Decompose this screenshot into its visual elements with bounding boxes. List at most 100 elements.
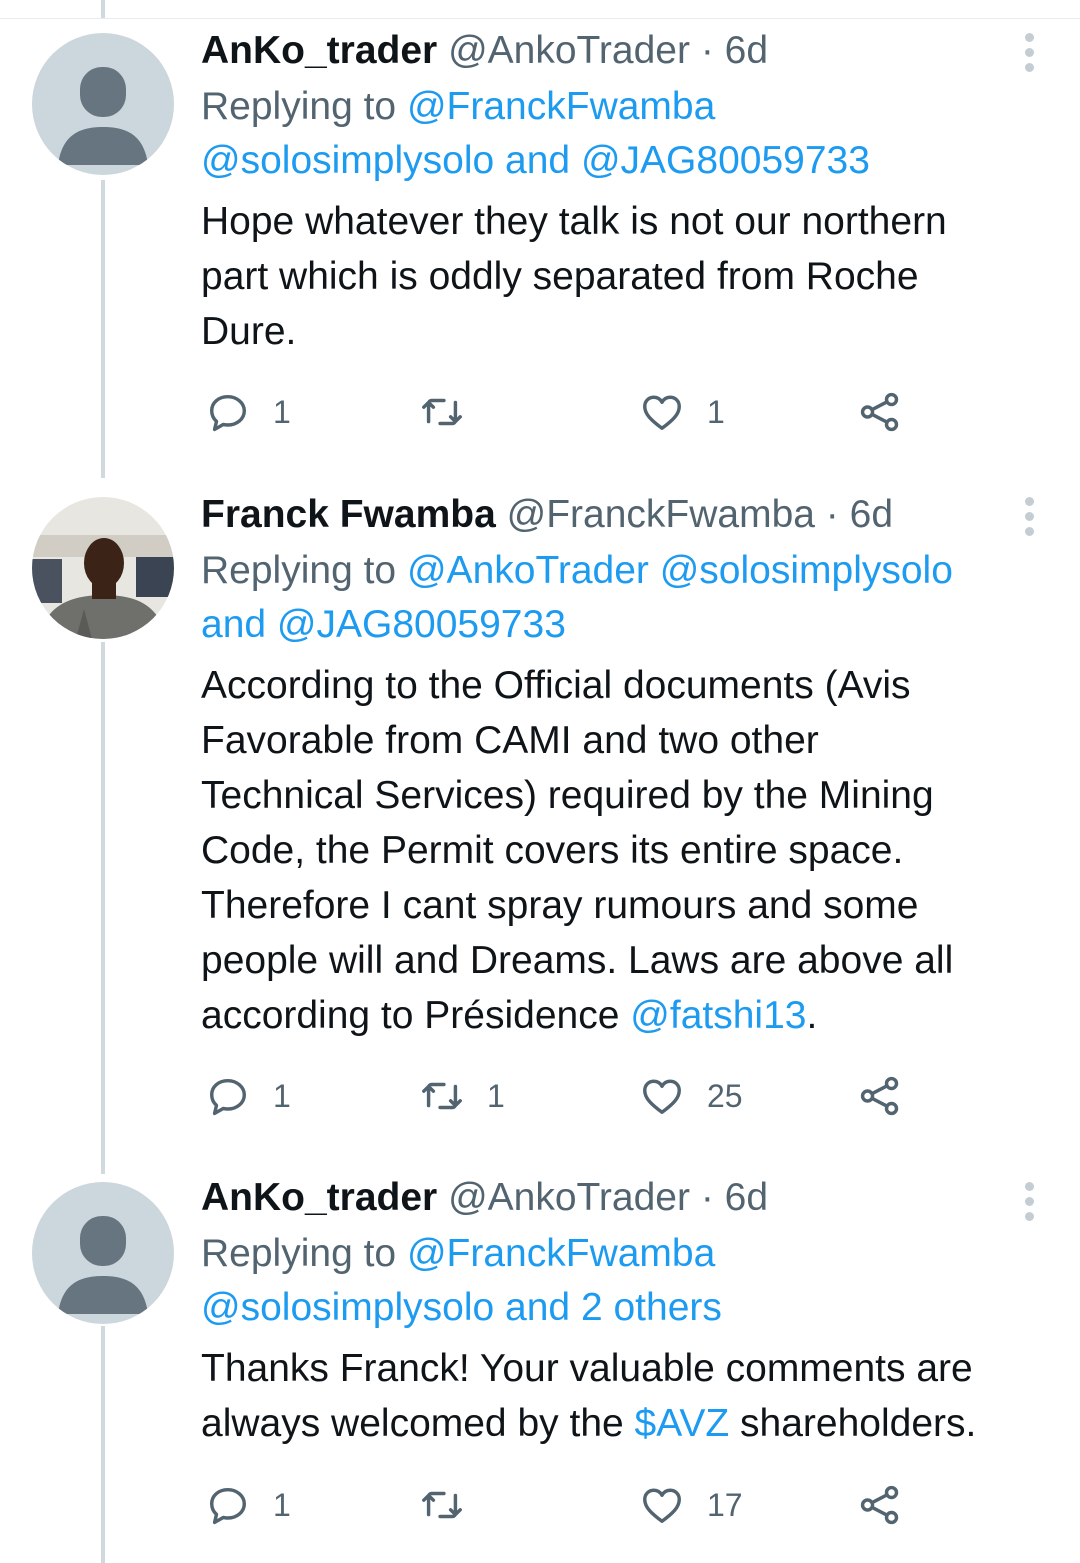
mention-link[interactable]: @JAG80059733 — [277, 603, 566, 646]
more-icon[interactable] — [1022, 1182, 1036, 1227]
handle[interactable]: @AnkoTrader — [448, 1176, 690, 1219]
reply-button[interactable]: 1 — [205, 387, 291, 437]
reply-count: 1 — [273, 1486, 291, 1523]
like-count: 1 — [707, 393, 725, 430]
tweet-text-line: Favorable from CAMI and two other — [201, 719, 819, 762]
heart-icon — [643, 1488, 681, 1524]
handle[interactable]: @AnkoTrader — [448, 29, 690, 72]
more-icon[interactable] — [1022, 33, 1036, 78]
tweet-text-line: Therefore I cant spray rumours and some — [201, 884, 919, 927]
more-icon[interactable] — [1022, 497, 1036, 542]
display-name[interactable]: AnKo_trader — [201, 1176, 437, 1219]
mention-link[interactable]: @solosimplysolo — [660, 549, 953, 592]
like-button[interactable]: 1 — [639, 387, 725, 437]
and-word: and — [505, 139, 571, 182]
others-link[interactable]: 2 others — [581, 1286, 722, 1329]
tweet-text: Hope whatever they talk is not our north… — [201, 194, 1040, 359]
display-name[interactable]: Franck Fwamba — [201, 493, 496, 536]
tweet-text: Thanks Franck! Your valuable comments ar… — [201, 1341, 1040, 1451]
cashtag-link[interactable]: $AVZ — [635, 1402, 730, 1445]
separator: · — [825, 493, 839, 536]
like-count: 17 — [707, 1486, 743, 1523]
separator: · — [700, 29, 714, 72]
text-segment: according to Présidence — [201, 994, 620, 1037]
replying-to: Replying to @FranckFwamba @solosimplysol… — [201, 1227, 1040, 1335]
action-bar: 1 17 — [201, 1480, 921, 1530]
replying-to: Replying to @FranckFwamba @solosimplysol… — [201, 80, 1040, 188]
display-name[interactable]: AnKo_trader — [201, 29, 437, 72]
heart-icon — [643, 1079, 681, 1115]
tweet-text: According to the Official documents (Avi… — [201, 658, 1040, 1043]
handle[interactable]: @FranckFwamba — [507, 493, 815, 536]
tweet-text-line: people will and Dreams. Laws are above a… — [201, 939, 954, 982]
tweet-text-line: according to Présidence @fatshi13. — [201, 988, 1040, 1043]
tweet-text-line: part which is oddly separated from Roche — [201, 255, 919, 298]
reply-icon — [209, 394, 247, 432]
like-button[interactable]: 25 — [639, 1071, 743, 1121]
tweet-header: Franck Fwamba @FranckFwamba · 6d — [201, 486, 1040, 544]
default-avatar[interactable] — [32, 33, 174, 175]
reply-icon — [209, 1487, 247, 1525]
replying-prefix: Replying to — [201, 1232, 397, 1275]
tweet-1[interactable]: AnKo_trader @AnkoTrader · 6d Replying to… — [0, 0, 1080, 470]
mention-link[interactable]: @fatshi13 — [630, 994, 806, 1037]
retweet-icon — [422, 1082, 462, 1110]
tweet-2[interactable]: Franck Fwamba @FranckFwamba · 6d Replyin… — [0, 470, 1080, 1160]
mention-link[interactable]: @FranckFwamba — [407, 1232, 715, 1275]
reply-icon — [209, 1078, 247, 1116]
tweet-text-line: Dure. — [201, 310, 297, 353]
replying-prefix: Replying to — [201, 549, 397, 592]
tweet-content: AnKo_trader @AnkoTrader · 6d Replying to… — [201, 1169, 1040, 1451]
share-button[interactable] — [857, 1480, 903, 1530]
share-icon — [860, 1485, 899, 1525]
like-button[interactable]: 17 — [639, 1480, 743, 1530]
retweet-button[interactable] — [419, 387, 487, 437]
mention-link[interactable]: @JAG80059733 — [581, 139, 870, 182]
share-button[interactable] — [857, 387, 903, 437]
retweet-button[interactable] — [419, 1480, 487, 1530]
tweet-header: AnKo_trader @AnkoTrader · 6d — [201, 1169, 1040, 1227]
reply-button[interactable]: 1 — [205, 1071, 291, 1121]
replying-to: Replying to @AnkoTrader @solosimplysolo … — [201, 544, 1040, 652]
tweet-content: Franck Fwamba @FranckFwamba · 6d Replyin… — [201, 486, 1040, 1043]
tweet-content: AnKo_trader @AnkoTrader · 6d Replying to… — [201, 22, 1040, 359]
tweet-3[interactable]: AnKo_trader @AnkoTrader · 6d Replying to… — [0, 1160, 1080, 1563]
like-count: 25 — [707, 1077, 743, 1114]
timestamp[interactable]: 6d — [725, 1176, 768, 1219]
tweet-text-line: Technical Services) required by the Mini… — [201, 774, 934, 817]
separator: · — [700, 1176, 714, 1219]
reply-count: 1 — [273, 393, 291, 430]
action-bar: 1 1 25 — [201, 1071, 921, 1121]
retweet-button[interactable]: 1 — [419, 1071, 505, 1121]
share-icon — [860, 392, 899, 432]
share-icon — [860, 1076, 899, 1116]
text-segment: shareholders. — [740, 1402, 977, 1445]
profile-photo[interactable] — [32, 497, 174, 639]
retweet-icon — [422, 1491, 462, 1519]
replying-prefix: Replying to — [201, 85, 397, 128]
tweet-text-line: Thanks Franck! Your valuable comments ar… — [201, 1347, 973, 1390]
tweet-text-line: According to the Official documents (Avi… — [201, 664, 911, 707]
and-word: and — [505, 1286, 571, 1329]
reply-button[interactable]: 1 — [205, 1480, 291, 1530]
retweet-icon — [422, 398, 462, 426]
text-segment: . — [806, 994, 818, 1037]
tweet-text-line: always welcomed by the $AVZ shareholders… — [201, 1396, 1040, 1451]
mention-link[interactable]: @solosimplysolo — [201, 1286, 494, 1329]
timestamp[interactable]: 6d — [850, 493, 893, 536]
and-word: and — [201, 603, 267, 646]
tweet-text-line: Code, the Permit covers its entire space… — [201, 829, 904, 872]
tweet-header: AnKo_trader @AnkoTrader · 6d — [201, 22, 1040, 80]
mention-link[interactable]: @AnkoTrader — [407, 549, 649, 592]
default-avatar[interactable] — [32, 1182, 174, 1324]
share-button[interactable] — [857, 1071, 903, 1121]
action-bar: 1 1 — [201, 387, 921, 437]
heart-icon — [643, 395, 681, 431]
timestamp[interactable]: 6d — [725, 29, 768, 72]
text-segment: always welcomed by the — [201, 1402, 624, 1445]
reply-count: 1 — [273, 1077, 291, 1114]
retweet-count: 1 — [487, 1077, 505, 1114]
tweet-text-line: Hope whatever they talk is not our north… — [201, 200, 947, 243]
mention-link[interactable]: @solosimplysolo — [201, 139, 494, 182]
mention-link[interactable]: @FranckFwamba — [407, 85, 715, 128]
